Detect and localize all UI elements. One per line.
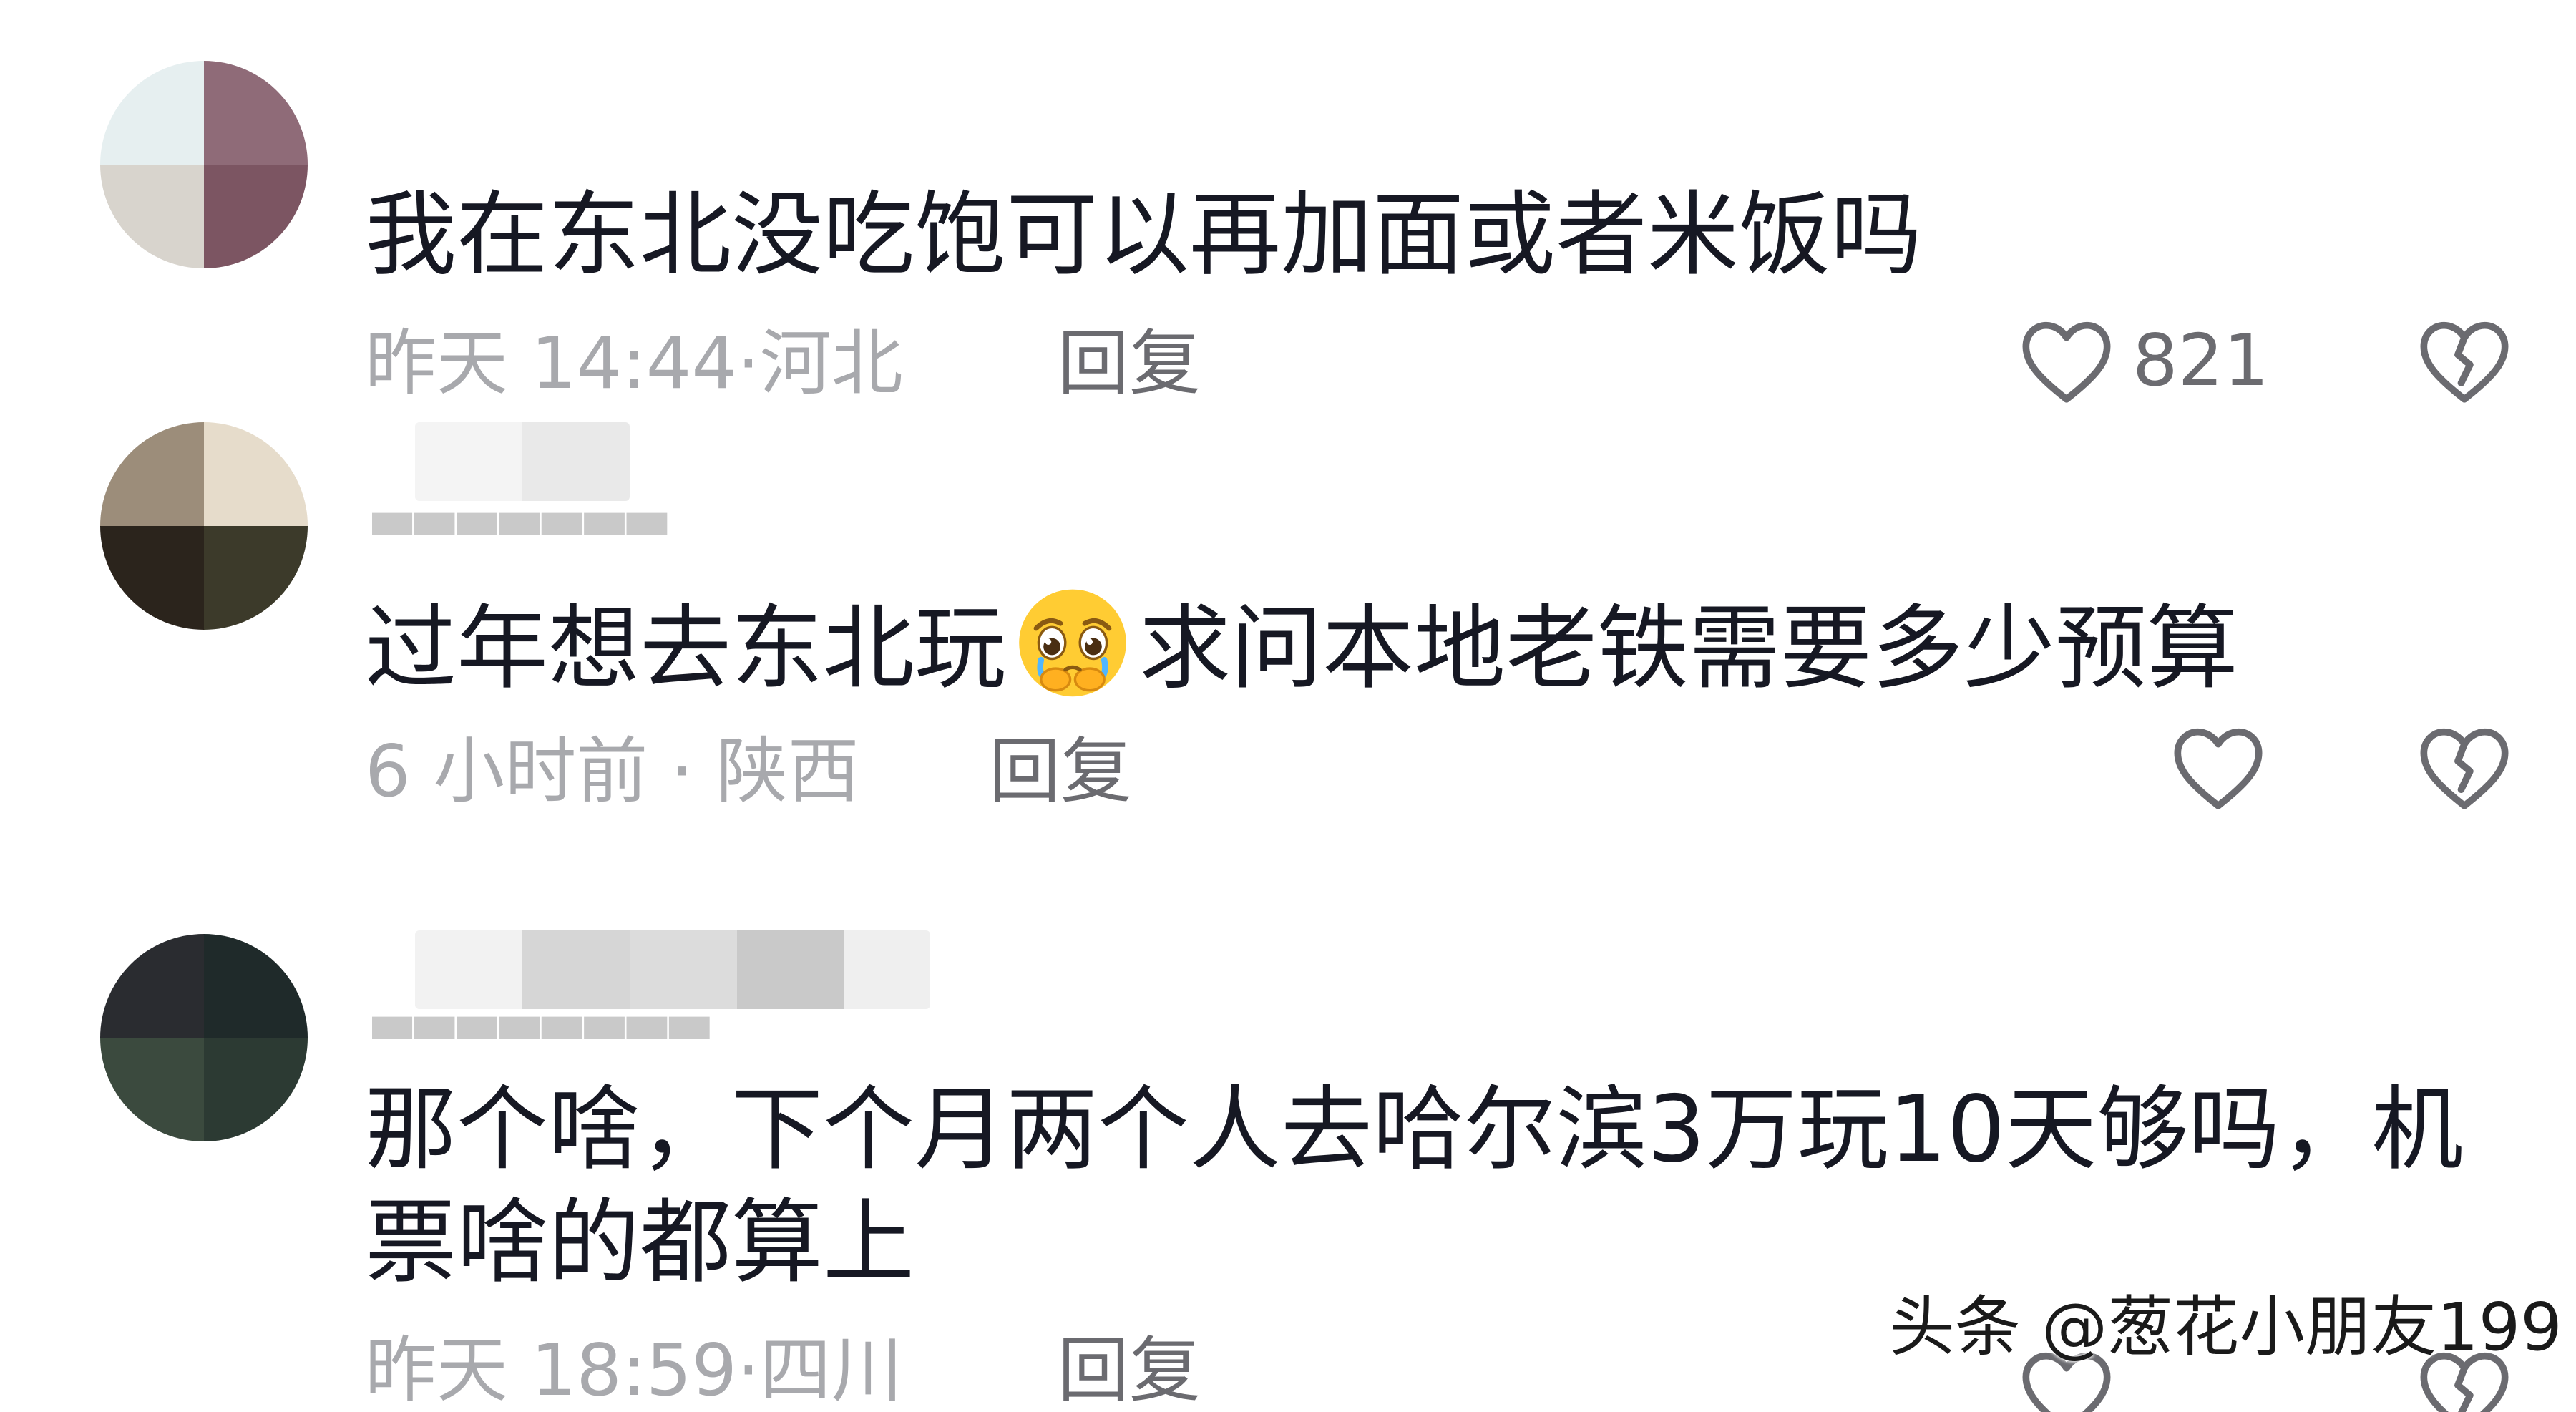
watermark: 头条 @葱花小朋友199 <box>1889 1289 2562 1365</box>
reply-button[interactable]: 回复 <box>1058 1328 1201 1412</box>
comment-meta: 6 小时前 · 陕西 <box>365 729 859 814</box>
reply-button[interactable]: 回复 <box>1058 321 1201 406</box>
comment-region: 四川 <box>759 1328 903 1412</box>
comment-text: 过年想去东北玩 求问本地老铁需要多少预算 <box>365 580 2238 706</box>
comment-text: 那个啥，下个月两个人去哈尔滨3万玩10天够吗，机票啥的都算上 <box>365 1076 2464 1296</box>
reply-button[interactable]: 回复 <box>989 729 1132 814</box>
avatar[interactable] <box>100 422 308 630</box>
comment-text-part: 求问本地老铁需要多少预算 <box>1139 595 2239 702</box>
meta-separator: · <box>670 729 694 813</box>
dislike-button[interactable] <box>2416 315 2513 406</box>
like-count: 821 <box>2132 318 2269 402</box>
meta-separator: · <box>736 321 760 405</box>
comment-region: 河北 <box>759 321 903 405</box>
comment-time: 昨天 18:59 <box>365 1328 737 1412</box>
comment-time: 昨天 14:44 <box>365 321 737 405</box>
username-redacted[interactable] <box>415 930 930 1009</box>
heart-icon <box>2170 721 2267 813</box>
comment-region: 陕西 <box>716 729 859 813</box>
broken-heart-icon <box>2416 315 2513 406</box>
username-redacted-trace: ▇▇▇▇▇▇▇ <box>372 507 902 535</box>
comment-text-part: 过年想去东北玩 <box>365 595 1007 702</box>
username-redacted[interactable] <box>415 422 630 501</box>
comment-list: 我在东北没吃饱可以再加面或者米饭吗 昨天 14:44·河北 回复 821 ▇▇▇… <box>0 0 2576 1412</box>
dislike-button[interactable] <box>2416 721 2513 813</box>
username-redacted-trace: ▇▇▇▇▇▇▇▇ <box>372 1011 930 1039</box>
pleading-face-emoji <box>1012 580 1133 701</box>
avatar[interactable] <box>100 934 308 1141</box>
comment-time: 6 小时前 <box>365 729 648 813</box>
like-button[interactable]: 821 <box>2018 315 2269 406</box>
comment-meta: 昨天 18:59·四川 <box>365 1328 903 1412</box>
meta-separator: · <box>736 1328 760 1412</box>
avatar[interactable] <box>100 61 308 268</box>
heart-icon <box>2018 315 2115 406</box>
broken-heart-icon <box>2416 721 2513 813</box>
comment-meta: 昨天 14:44·河北 <box>365 321 903 406</box>
like-button[interactable] <box>2170 721 2267 813</box>
comment-text: 我在东北没吃饱可以再加面或者米饭吗 <box>365 182 1923 288</box>
